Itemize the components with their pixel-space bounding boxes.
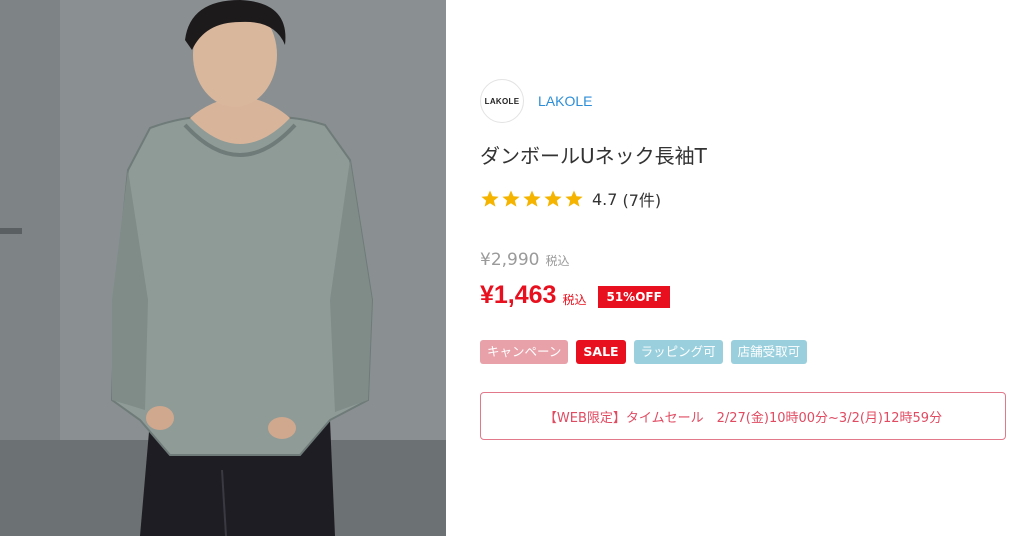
brand-row[interactable]: LAKOLE LAKOLE bbox=[480, 79, 592, 123]
rating-row[interactable]: 4.7 (7件) bbox=[480, 187, 661, 211]
tag-sale[interactable]: SALE bbox=[576, 340, 626, 364]
tag-wrapping[interactable]: ラッピング可 bbox=[633, 340, 723, 364]
product-title: ダンボールUネック長袖T bbox=[480, 144, 707, 168]
product-info-panel: LAKOLE LAKOLE ダンボールUネック長袖T 4.7 (7件) ¥2,9… bbox=[446, 0, 1024, 536]
original-price-tax: 税込 bbox=[545, 254, 570, 268]
discount-badge: 51%OFF bbox=[598, 286, 670, 308]
product-photo[interactable] bbox=[0, 0, 446, 536]
time-sale-notice[interactable]: 【WEB限定】タイムセール 2/27(金)10時00分~3/2(月)12時59分 bbox=[480, 392, 1006, 440]
sale-price-tax: 税込 bbox=[562, 293, 587, 307]
original-price: ¥2,990 bbox=[480, 250, 540, 270]
tag-list: キャンペーン SALE ラッピング可 店舗受取可 bbox=[480, 340, 808, 364]
brand-link[interactable]: LAKOLE bbox=[538, 93, 592, 109]
rating-score: 4.7 bbox=[592, 189, 618, 209]
review-count[interactable]: (7件) bbox=[622, 187, 661, 211]
tag-store-pickup[interactable]: 店舗受取可 bbox=[730, 340, 808, 364]
star-icon bbox=[481, 190, 499, 207]
star-rating bbox=[480, 189, 584, 209]
tag-campaign[interactable]: キャンペーン bbox=[480, 340, 569, 364]
sale-price-row: ¥1,463 税込 51%OFF bbox=[480, 281, 670, 310]
star-icon bbox=[502, 190, 520, 207]
original-price-row: ¥2,990 税込 bbox=[480, 250, 570, 270]
star-icon bbox=[544, 190, 562, 207]
star-icon bbox=[565, 190, 583, 207]
star-icon bbox=[523, 190, 541, 207]
model-photo-illustration bbox=[0, 0, 446, 536]
sale-price: ¥1,463 bbox=[480, 281, 557, 309]
brand-logo[interactable]: LAKOLE bbox=[480, 79, 524, 123]
